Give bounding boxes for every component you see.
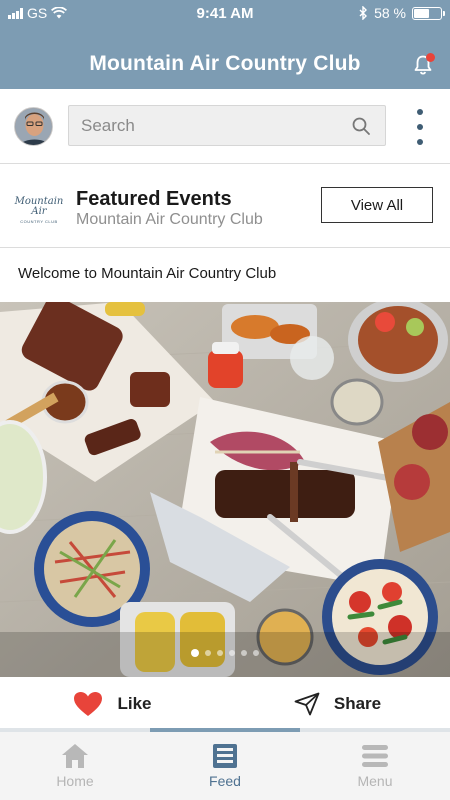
status-bar: GS 9:41 AM 58 %: [0, 0, 450, 26]
tab-menu[interactable]: Menu: [300, 732, 450, 800]
post-text: Welcome to Mountain Air Country Club: [18, 265, 277, 282]
notification-dot: [426, 53, 435, 62]
send-icon: [294, 692, 320, 716]
avatar[interactable]: [14, 107, 53, 146]
share-button[interactable]: Share: [225, 677, 450, 731]
home-icon: [62, 744, 88, 768]
status-right: 58 %: [359, 5, 445, 21]
tab-home-label: Home: [56, 773, 94, 789]
tab-bar: Home Feed Menu: [0, 732, 450, 800]
feed-icon: [213, 744, 237, 768]
featured-events-card: Mountain Air COUNTRY CLUB Featured Event…: [0, 164, 450, 248]
post-actions: Like Share: [0, 677, 450, 731]
menu-icon: [362, 745, 388, 767]
club-logo-text: Mountain Air: [14, 196, 64, 217]
carousel-dot[interactable]: [241, 650, 247, 656]
share-label: Share: [333, 694, 382, 713]
like-label: Like: [117, 694, 152, 713]
tab-home[interactable]: Home: [0, 732, 150, 800]
carousel-dot[interactable]: [191, 649, 199, 657]
food-photo: [0, 302, 450, 677]
search-icon[interactable]: [351, 116, 371, 136]
post-image[interactable]: [0, 302, 450, 677]
heart-icon: [74, 692, 103, 716]
bluetooth-icon: [359, 6, 368, 20]
search-input[interactable]: [69, 106, 349, 145]
battery-percent: 58 %: [374, 5, 406, 21]
carousel-dot[interactable]: [205, 650, 211, 656]
search-box: [68, 105, 386, 146]
app-header: GS 9:41 AM 58 % Mountain Air Country Clu…: [0, 0, 450, 89]
avatar-image: [15, 108, 52, 145]
carousel-dots[interactable]: [0, 649, 450, 657]
carousel-dot[interactable]: [229, 650, 235, 656]
app-title: Mountain Air Country Club: [89, 52, 361, 75]
featured-subtitle: Mountain Air Country Club: [76, 211, 263, 228]
tab-feed-label: Feed: [209, 773, 241, 789]
club-logo: Mountain Air COUNTRY CLUB: [10, 197, 68, 227]
view-all-button[interactable]: View All: [321, 187, 433, 223]
tab-menu-label: Menu: [357, 773, 393, 789]
battery-icon: [412, 6, 445, 20]
like-button[interactable]: Like: [0, 677, 225, 731]
more-options-icon[interactable]: [408, 107, 432, 147]
tab-feed[interactable]: Feed: [150, 732, 300, 800]
club-logo-subtext: COUNTRY CLUB: [20, 219, 58, 224]
featured-title: Featured Events: [76, 188, 232, 210]
search-row: [0, 89, 450, 164]
carousel-dot[interactable]: [253, 650, 259, 656]
carousel-dot[interactable]: [217, 650, 223, 656]
